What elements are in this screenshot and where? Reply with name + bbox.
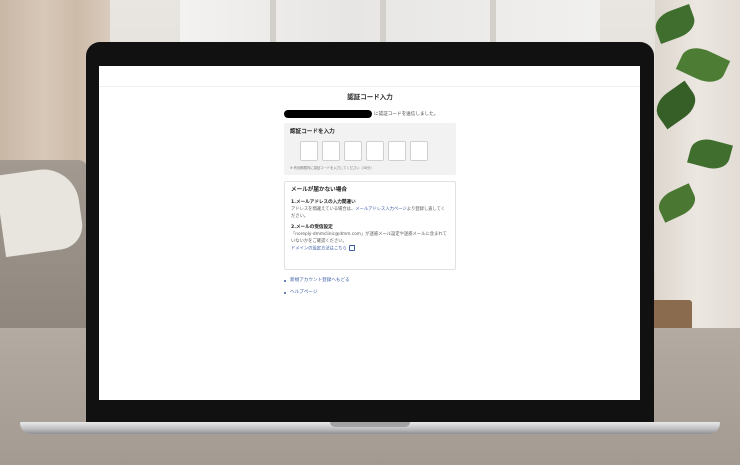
code-digit-input-2[interactable]	[322, 141, 340, 161]
sent-message: に認証コードを送信しました。	[374, 111, 439, 117]
site-header	[99, 66, 640, 87]
code-digit-input-4[interactable]	[366, 141, 384, 161]
help-section1-text: アドレスを間違えている場合は、メールアドレス入力ページより登録し直してください。	[291, 206, 449, 220]
verification-content: 認証コード入力 に認証コードを送信しました。 認証コードを入力 ※ 有効期限内に…	[284, 92, 456, 299]
help-page-link[interactable]: ヘルプページ	[284, 287, 456, 299]
help-section1-text-before: アドレスを間違えている場合は、	[291, 207, 356, 212]
help-page-label: ヘルプページ	[290, 290, 318, 295]
help-section1-heading: 1.メールアドレスの入力間違い	[291, 200, 356, 205]
redacted-email	[284, 109, 372, 118]
footer-links: 新規アカウント登録へもどる ヘルプページ	[284, 275, 456, 299]
code-digit-input-3[interactable]	[344, 141, 362, 161]
laptop-notch	[330, 422, 410, 427]
code-entry-title: 認証コードを入力	[290, 129, 335, 135]
help-card: メールが届かない場合 1.メールアドレスの入力間違い アドレスを間違えている場合…	[284, 181, 456, 270]
bullet-icon	[284, 280, 286, 282]
domain-settings-link[interactable]: ドメインの設定方法はこちら	[291, 247, 347, 252]
back-to-registration-link[interactable]: 新規アカウント登録へもどる	[284, 275, 456, 287]
laptop-screen: 認証コード入力 に認証コードを送信しました。 認証コードを入力 ※ 有効期限内に…	[99, 66, 640, 400]
email-input-page-link[interactable]: メールアドレス入力ページ	[355, 207, 406, 212]
sent-message-row: に認証コードを送信しました。	[284, 109, 456, 118]
code-digit-input-5[interactable]	[388, 141, 406, 161]
code-digit-input-1[interactable]	[300, 141, 318, 161]
code-entry-note: ※ 有効期限内に認証コードを入力してください（30分）	[290, 166, 374, 170]
plant-pot	[648, 300, 692, 330]
help-title: メールが届かない場合	[291, 187, 347, 193]
code-entry-card: 認証コードを入力 ※ 有効期限内に認証コードを入力してください（30分）	[284, 123, 456, 175]
external-link-icon	[348, 245, 355, 251]
help-section2-heading: 2.メールの受信設定	[291, 225, 333, 230]
domain-settings-link-row: ドメインの設定方法はこちら	[291, 245, 449, 253]
code-digit-input-6[interactable]	[410, 141, 428, 161]
page-title: 認証コード入力	[347, 93, 393, 101]
bullet-icon	[284, 292, 286, 294]
help-section2-text: 「noreply-dmmclinic@dmm.com」が迷惑メール設定や迷惑メー…	[291, 232, 447, 244]
back-to-registration-label: 新規アカウント登録へもどる	[290, 278, 350, 283]
code-input-group	[300, 141, 450, 161]
